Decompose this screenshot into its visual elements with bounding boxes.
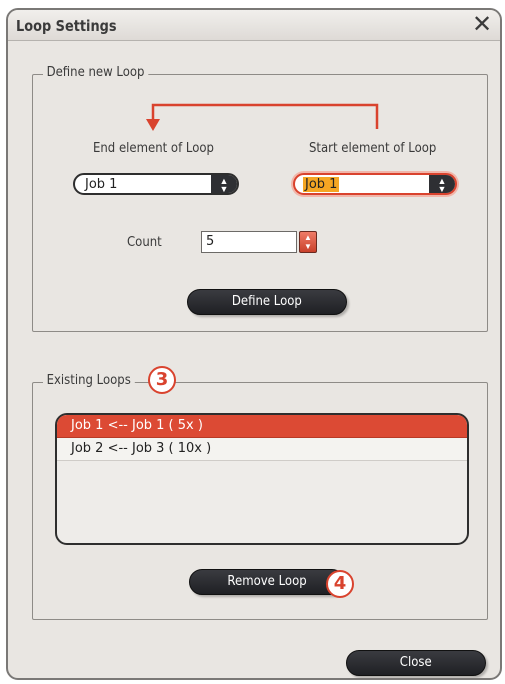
existing-loops-legend: Existing Loops [43, 373, 135, 388]
loop-settings-dialog: Loop Settings ✕ Define new Loop End elem… [6, 8, 502, 680]
callout-badge-4: 4 [326, 570, 354, 598]
updown-chevron-icon: ▲ ▼ [429, 175, 455, 193]
count-input[interactable]: 5 [201, 231, 297, 253]
start-element-select[interactable]: Job 1 ▲ ▼ [293, 173, 457, 195]
loop-direction-arrow-icon [146, 103, 379, 131]
title-bar: Loop Settings ✕ [8, 10, 500, 41]
close-button[interactable]: Close [346, 650, 486, 676]
dialog-title: Loop Settings [16, 17, 117, 35]
start-element-value: Job 1 [303, 177, 340, 192]
remove-loop-button[interactable]: Remove Loop [189, 569, 345, 595]
updown-chevron-icon: ▲ ▼ [211, 175, 237, 193]
remove-loop-button-label: Remove Loop [227, 574, 307, 589]
close-icon[interactable]: ✕ [470, 12, 494, 36]
count-stepper-icon[interactable]: ▲ ▼ [299, 231, 317, 253]
end-element-value: Job 1 [85, 177, 118, 192]
define-loop-button[interactable]: Define Loop [187, 289, 347, 315]
define-loop-button-label: Define Loop [232, 294, 302, 309]
existing-loops-list[interactable]: Job 1 <-- Job 1 ( 5x ) Job 2 <-- Job 3 (… [55, 413, 469, 545]
existing-loops-group: Existing Loops Job 1 <-- Job 1 ( 5x ) Jo… [32, 373, 488, 620]
list-item[interactable]: Job 1 <-- Job 1 ( 5x ) [57, 415, 467, 438]
count-label: Count [127, 235, 162, 250]
close-button-label: Close [400, 655, 432, 670]
end-element-label: End element of Loop [93, 141, 214, 156]
define-loop-group: Define new Loop End element of Loop Star… [32, 65, 488, 332]
define-loop-legend: Define new Loop [43, 65, 149, 80]
end-element-select[interactable]: Job 1 ▲ ▼ [73, 173, 239, 195]
callout-badge-3: 3 [148, 366, 176, 394]
list-item[interactable]: Job 2 <-- Job 3 ( 10x ) [57, 438, 467, 461]
start-element-label: Start element of Loop [309, 141, 437, 156]
